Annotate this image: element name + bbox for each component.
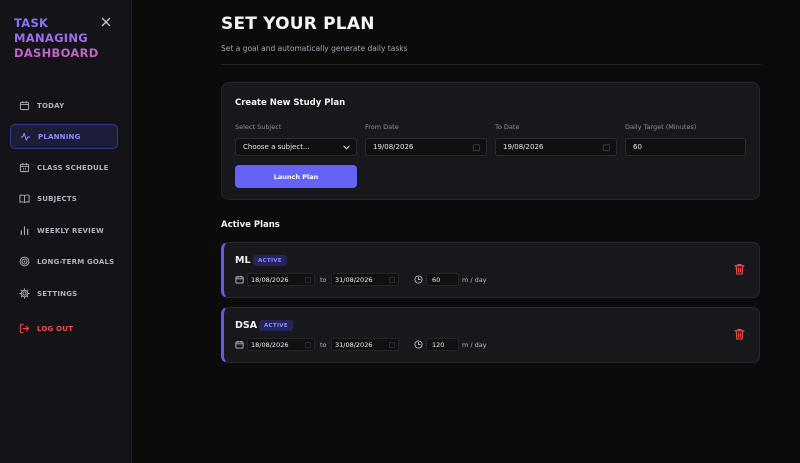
brand-line-1: TASK xyxy=(14,16,49,30)
target-icon xyxy=(19,256,30,267)
brand-line-2: MANAGING xyxy=(14,31,89,45)
plan-card-dsa: DSA ACTIVE 18/08/2026 to 31/08/2026 120 … xyxy=(221,307,760,363)
plan-to-date-value: 31/08/2026 xyxy=(335,340,373,349)
plan-from-date[interactable]: 18/08/2026 xyxy=(247,338,315,351)
page-title: SET YOUR PLAN xyxy=(221,14,375,34)
status-badge: ACTIVE xyxy=(259,320,293,331)
plan-from-date-value: 18/08/2026 xyxy=(251,340,289,349)
create-plan-title: Create New Study Plan xyxy=(235,98,346,108)
launch-plan-button[interactable]: Launch Plan xyxy=(235,165,357,188)
plan-from-date-value: 18/08/2026 xyxy=(251,275,289,284)
plan-card-ml: ML ACTIVE 18/08/2026 to 31/08/2026 60 m … xyxy=(221,242,760,298)
plan-to-date[interactable]: 31/08/2026 xyxy=(331,338,399,351)
plan-minutes-input[interactable]: 120 xyxy=(426,338,459,351)
page-subtitle: Set a goal and automatically generate da… xyxy=(221,44,408,53)
trash-icon[interactable] xyxy=(734,328,745,340)
sidebar-item-label: LONG-TERM GOALS xyxy=(37,257,115,266)
plan-name: ML xyxy=(235,255,251,266)
sidebar-item-logout[interactable]: LOG OUT xyxy=(10,316,118,341)
calendar-picker-icon[interactable] xyxy=(305,342,311,348)
chevron-down-icon xyxy=(343,145,350,150)
to-date-value: 19/08/2026 xyxy=(503,143,544,151)
calendar-picker-icon[interactable] xyxy=(305,277,311,283)
calendar-picker-icon[interactable] xyxy=(602,143,611,152)
status-badge: ACTIVE xyxy=(253,255,287,266)
calendar-picker-icon[interactable] xyxy=(472,143,481,152)
from-date-input[interactable]: 19/08/2026 xyxy=(365,138,487,156)
daily-target-value: 60 xyxy=(633,143,642,151)
calendar-icon xyxy=(235,340,244,349)
plan-to-date-value: 31/08/2026 xyxy=(335,275,373,284)
calendar-grid-icon xyxy=(19,163,30,173)
sidebar: TASK MANAGING DASHBOARD TODAY PLANNING C… xyxy=(0,0,132,463)
sidebar-item-settings[interactable]: SETTINGS xyxy=(10,281,118,306)
gear-icon xyxy=(19,288,30,299)
to-date-label: To Date xyxy=(495,123,520,131)
calendar-picker-icon[interactable] xyxy=(389,277,395,283)
brand-line-3: DASHBOARD xyxy=(14,46,99,60)
calendar-icon xyxy=(235,275,244,284)
daily-target-input[interactable]: 60 xyxy=(625,138,746,156)
plan-to-date[interactable]: 31/08/2026 xyxy=(331,273,399,286)
sidebar-item-today[interactable]: TODAY xyxy=(10,93,118,118)
plan-from-date[interactable]: 18/08/2026 xyxy=(247,273,315,286)
plan-name: DSA xyxy=(235,320,258,331)
sidebar-item-long-term-goals[interactable]: LONG-TERM GOALS xyxy=(10,249,118,274)
calendar-picker-icon[interactable] xyxy=(389,342,395,348)
subject-select[interactable]: Choose a subject... xyxy=(235,138,357,156)
unit-label: m / day xyxy=(462,341,487,349)
to-label: to xyxy=(320,341,327,349)
sidebar-item-label: SETTINGS xyxy=(37,289,78,298)
plan-minutes-input[interactable]: 60 xyxy=(426,273,459,286)
clock-icon xyxy=(414,340,423,349)
logout-icon xyxy=(19,323,30,334)
active-plans-title: Active Plans xyxy=(221,220,280,230)
daily-target-label: Daily Target (Minutes) xyxy=(625,123,697,131)
trash-icon[interactable] xyxy=(734,263,745,275)
sidebar-item-label: CLASS SCHEDULE xyxy=(37,163,109,172)
sidebar-item-class-schedule[interactable]: CLASS SCHEDULE xyxy=(10,155,118,180)
book-icon xyxy=(19,194,30,204)
calendar-icon xyxy=(19,101,30,111)
plan-minutes-value: 60 xyxy=(432,275,441,284)
sidebar-item-label: PLANNING xyxy=(38,132,81,141)
close-icon[interactable] xyxy=(100,16,112,28)
to-label: to xyxy=(320,276,327,284)
divider xyxy=(221,64,761,65)
from-date-label: From Date xyxy=(365,123,399,131)
subject-select-value: Choose a subject... xyxy=(243,143,310,151)
sidebar-item-label: WEEKLY REVIEW xyxy=(37,226,104,235)
sidebar-item-subjects[interactable]: SUBJECTS xyxy=(10,186,118,211)
from-date-value: 19/08/2026 xyxy=(373,143,414,151)
clock-icon xyxy=(414,275,423,284)
sidebar-item-label: LOG OUT xyxy=(37,324,74,333)
sidebar-item-planning[interactable]: PLANNING xyxy=(10,124,118,149)
activity-icon xyxy=(20,132,31,141)
plan-minutes-value: 120 xyxy=(432,340,445,349)
brand-logo: TASK MANAGING DASHBOARD xyxy=(14,16,99,61)
sidebar-item-label: TODAY xyxy=(37,101,65,110)
bar-chart-icon xyxy=(20,226,29,236)
subject-label: Select Subject xyxy=(235,123,282,131)
create-plan-card: Create New Study Plan Select Subject Cho… xyxy=(221,82,760,200)
sidebar-item-weekly-review[interactable]: WEEKLY REVIEW xyxy=(10,218,118,243)
to-date-input[interactable]: 19/08/2026 xyxy=(495,138,617,156)
unit-label: m / day xyxy=(462,276,487,284)
sidebar-item-label: SUBJECTS xyxy=(37,194,78,203)
